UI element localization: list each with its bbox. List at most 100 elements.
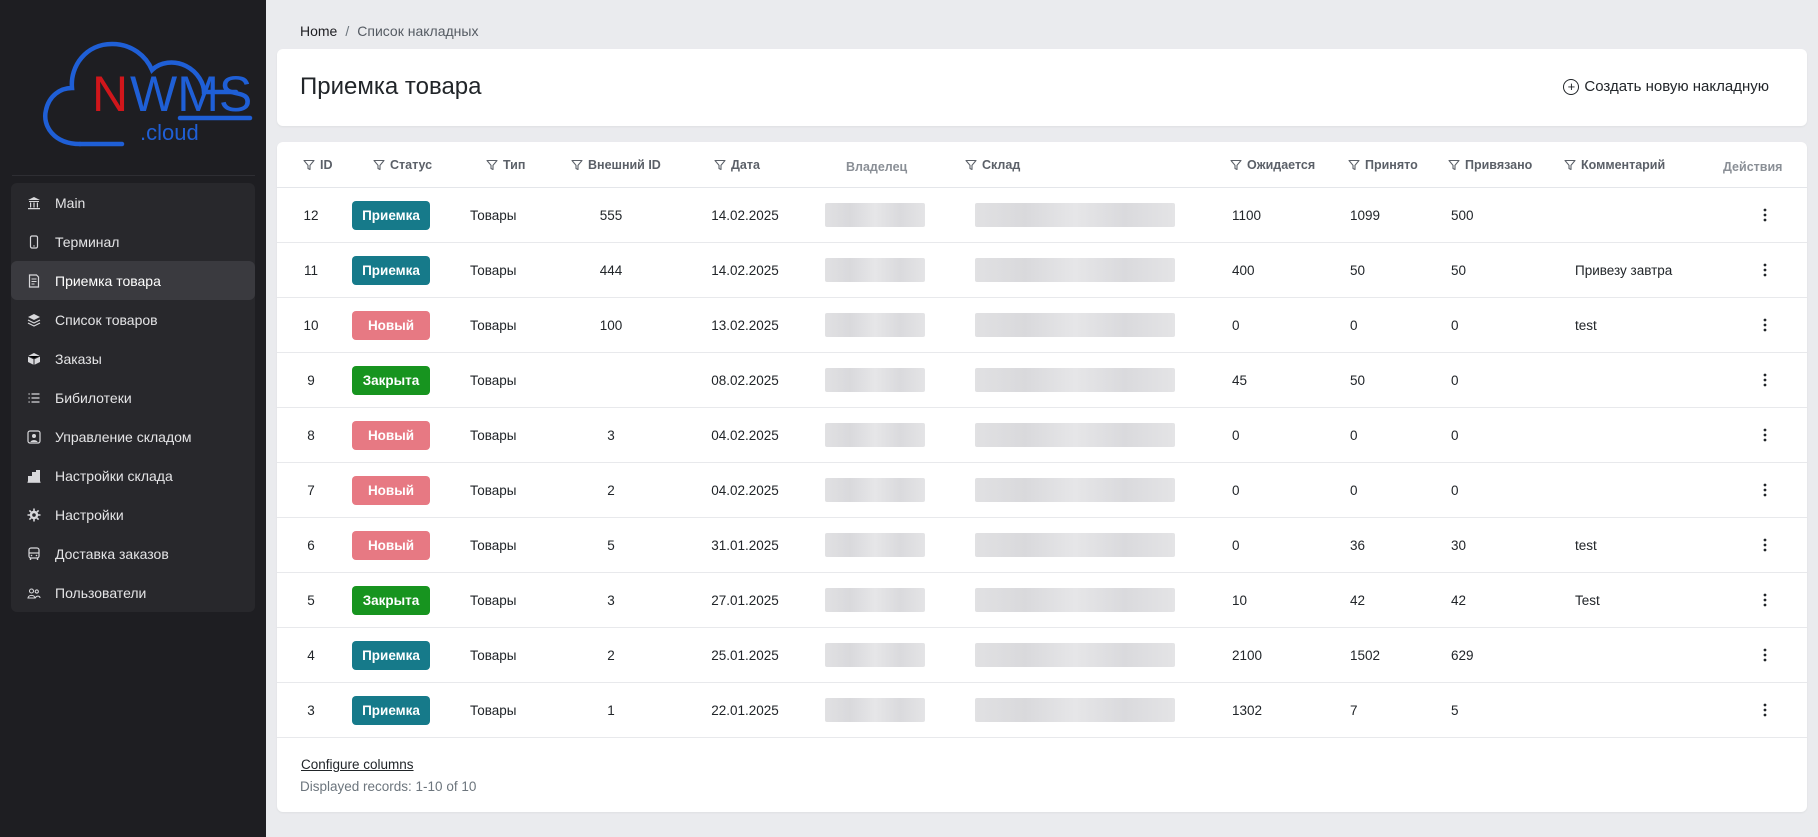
table-row[interactable]: 11 Приемка Товары 444 14.02.2025 400 50 50 Приве…: [277, 243, 1807, 298]
table-row[interactable]: 10 Новый Товары 100 13.02.2025 0 0 0 test: [277, 298, 1807, 353]
cell-comment: [1575, 353, 1725, 407]
table-row[interactable]: 5 Закрыта Товары 3 27.01.2025 10 42 42 Test: [277, 573, 1807, 628]
buildings-icon: [27, 469, 41, 483]
sidebar-item-2[interactable]: Приемка товара: [11, 261, 255, 300]
nwms-cloud-logo[interactable]: N WMS .cloud: [40, 36, 255, 151]
cell-date: 13.02.2025: [711, 317, 779, 333]
sidebar-item-label: Настройки склада: [55, 467, 173, 484]
table-row[interactable]: 7 Новый Товары 2 04.02.2025 0 0 0: [277, 463, 1807, 518]
sidebar-item-4[interactable]: Заказы: [11, 339, 255, 378]
cell-actions: [1750, 188, 1780, 242]
filter-icon[interactable]: [714, 159, 726, 171]
row-actions-menu-icon[interactable]: [1755, 425, 1775, 445]
sidebar-item-8[interactable]: Настройки: [11, 495, 255, 534]
column-header-date[interactable]: Дата: [714, 142, 760, 188]
filter-icon[interactable]: [1230, 159, 1242, 171]
row-actions-menu-icon[interactable]: [1755, 315, 1775, 335]
cell-comment: test: [1575, 317, 1597, 333]
table-row[interactable]: 4 Приемка Товары 2 25.01.2025 2100 1502 629: [277, 628, 1807, 683]
bus-icon: [27, 546, 41, 561]
column-header-id[interactable]: ID: [303, 142, 333, 188]
column-header-received[interactable]: Принято: [1348, 142, 1418, 188]
filter-icon[interactable]: [1348, 159, 1360, 171]
owner-redacted: [825, 698, 925, 722]
filter-icon[interactable]: [486, 159, 498, 171]
column-header-warehouse[interactable]: Склад: [965, 142, 1020, 188]
column-header-status[interactable]: Статус: [373, 142, 432, 188]
cell-id: 8: [307, 427, 315, 443]
cell-comment: Привезу завтра: [1575, 262, 1673, 278]
row-actions-menu-icon[interactable]: [1755, 700, 1775, 720]
sidebar-item-1[interactable]: Терминал: [11, 222, 255, 261]
table-row[interactable]: 3 Приемка Товары 1 22.01.2025 1302 7 5: [277, 683, 1807, 738]
sidebar-item-5[interactable]: Бибилотеки: [11, 378, 255, 417]
cell-id: 12: [303, 207, 319, 223]
sidebar-item-label: Управление складом: [55, 428, 192, 445]
filter-icon[interactable]: [571, 159, 583, 171]
cell-actions: [1750, 353, 1780, 407]
cell-linked: 629: [1451, 647, 1474, 663]
sidebar-item-9[interactable]: Доставка заказов: [11, 534, 255, 573]
filter-icon[interactable]: [965, 159, 977, 171]
sidebar-item-3[interactable]: Список товаров: [11, 300, 255, 339]
sidebar-item-label: Терминал: [55, 233, 120, 250]
column-header-expected[interactable]: Ожидается: [1230, 142, 1315, 188]
status-badge: Новый: [352, 530, 430, 560]
layers-icon: [27, 313, 41, 327]
cell-linked: 0: [1451, 427, 1459, 443]
row-actions-menu-icon[interactable]: [1755, 645, 1775, 665]
cell-external-id: 1: [607, 702, 615, 718]
list-icon: [27, 391, 41, 405]
row-actions-menu-icon[interactable]: [1755, 480, 1775, 500]
cell-actions: [1750, 683, 1780, 737]
column-header-linked[interactable]: Привязано: [1448, 142, 1532, 188]
cell-linked: 30: [1451, 537, 1467, 553]
cell-status: Закрыта: [352, 353, 432, 407]
cell-id: 3: [307, 702, 315, 718]
cell-id: 6: [307, 537, 315, 553]
row-actions-menu-icon[interactable]: [1755, 535, 1775, 555]
warehouse-redacted: [975, 533, 1175, 557]
phone-icon: [27, 234, 41, 249]
warehouse-redacted: [975, 313, 1175, 337]
cell-actions: [1750, 243, 1780, 297]
cell-actions: [1750, 628, 1780, 682]
column-header-type[interactable]: Тип: [486, 142, 525, 188]
sidebar-item-0[interactable]: Main: [11, 183, 255, 222]
filter-icon[interactable]: [303, 159, 315, 171]
bank-icon: [27, 196, 41, 210]
column-header-external-id[interactable]: Внешний ID: [571, 142, 661, 188]
breadcrumb-home-link[interactable]: Home: [300, 23, 337, 39]
table-row[interactable]: 8 Новый Товары 3 04.02.2025 0 0 0: [277, 408, 1807, 463]
logo-letters-wms: WMS: [130, 66, 252, 122]
sidebar-nav: Main Терминал Приемка товара Список товаров…: [11, 183, 255, 612]
sidebar-item-10[interactable]: Пользователи: [11, 573, 255, 612]
row-actions-menu-icon[interactable]: [1755, 370, 1775, 390]
configure-columns-link[interactable]: Configure columns: [301, 757, 414, 772]
cell-status: Новый: [352, 518, 432, 572]
row-actions-menu-icon[interactable]: [1755, 590, 1775, 610]
column-header-comment[interactable]: Комментарий: [1564, 142, 1665, 188]
filter-icon[interactable]: [373, 159, 385, 171]
table-row[interactable]: 12 Приемка Товары 555 14.02.2025 1100 1099 500: [277, 188, 1807, 243]
table-row[interactable]: 9 Закрыта Товары 08.02.2025 45 50 0: [277, 353, 1807, 408]
sidebar-item-6[interactable]: Управление складом: [11, 417, 255, 456]
cell-received: 50: [1350, 372, 1366, 388]
cell-expected: 0: [1232, 427, 1240, 443]
row-actions-menu-icon[interactable]: [1755, 260, 1775, 280]
create-invoice-button[interactable]: + Создать новую накладную: [1563, 78, 1769, 95]
cell-external-id: 2: [607, 482, 615, 498]
filter-icon[interactable]: [1564, 159, 1576, 171]
cell-type: Товары: [470, 262, 517, 278]
cell-received: 42: [1350, 592, 1366, 608]
table-row[interactable]: 6 Новый Товары 5 31.01.2025 0 36 30 test: [277, 518, 1807, 573]
column-label: Принято: [1365, 158, 1418, 172]
column-label: Привязано: [1465, 158, 1533, 172]
filter-icon[interactable]: [1448, 159, 1460, 171]
sidebar-item-7[interactable]: Настройки склада: [11, 456, 255, 495]
cell-status: Новый: [352, 463, 432, 517]
breadcrumb-current: Список накладных: [357, 23, 479, 39]
row-actions-menu-icon[interactable]: [1755, 205, 1775, 225]
logo-letter-n: N: [92, 66, 128, 122]
cell-expected: 1302: [1232, 702, 1263, 718]
